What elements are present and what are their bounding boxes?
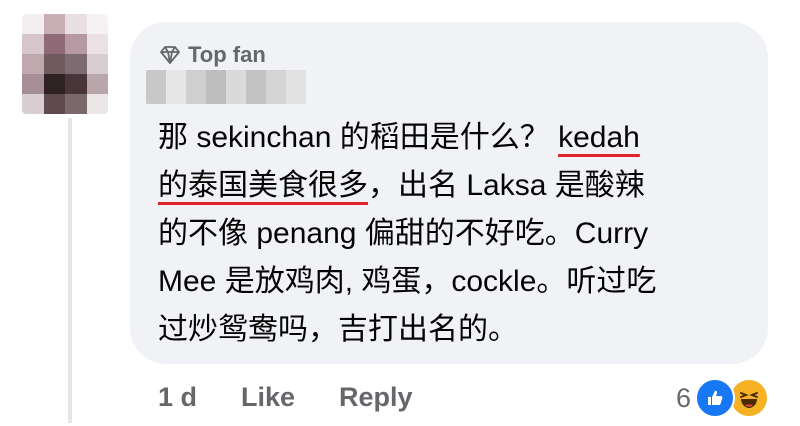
comment-line: 的不像 penang 偏甜的不好吃。Curry bbox=[158, 217, 649, 250]
comment-text: 那 sekinchan 的稻田是什么？ kedah 的泰国美食很多，出名 Lak… bbox=[158, 114, 748, 354]
comment-bubble: Top fan 那 sekinchan 的稻田是什么？ kedah 的泰国美食很… bbox=[130, 22, 768, 364]
avatar[interactable] bbox=[22, 14, 108, 114]
diamond-icon bbox=[160, 46, 180, 64]
haha-icon bbox=[729, 378, 770, 418]
comment-line: 的泰国美食很多，出名 Laksa 是酸辣 bbox=[158, 169, 645, 202]
reaction-count: 6 bbox=[676, 382, 692, 413]
reaction-summary[interactable]: 6 bbox=[676, 378, 770, 418]
comment-actions: 1 d Like Reply bbox=[158, 382, 413, 413]
top-fan-badge: Top fan bbox=[160, 42, 266, 68]
highlighted-text: 的泰国美食很多 bbox=[158, 169, 368, 202]
comment-line: Mee 是放鸡肉, 鸡蛋，cockle。听过吃 bbox=[158, 265, 657, 298]
highlighted-text: kedah bbox=[558, 121, 640, 154]
badge-label: Top fan bbox=[188, 42, 266, 67]
comment-line: 过炒鸳鸯吗，吉打出名的。 bbox=[158, 313, 518, 346]
like-icon bbox=[695, 378, 736, 418]
timestamp-link[interactable]: 1 d bbox=[158, 382, 197, 413]
reply-button[interactable]: Reply bbox=[339, 382, 413, 413]
thread-line bbox=[68, 118, 72, 423]
author-name[interactable] bbox=[146, 70, 306, 104]
like-button[interactable]: Like bbox=[241, 382, 295, 413]
comment-line: 那 sekinchan 的稻田是什么？ kedah bbox=[158, 121, 640, 154]
